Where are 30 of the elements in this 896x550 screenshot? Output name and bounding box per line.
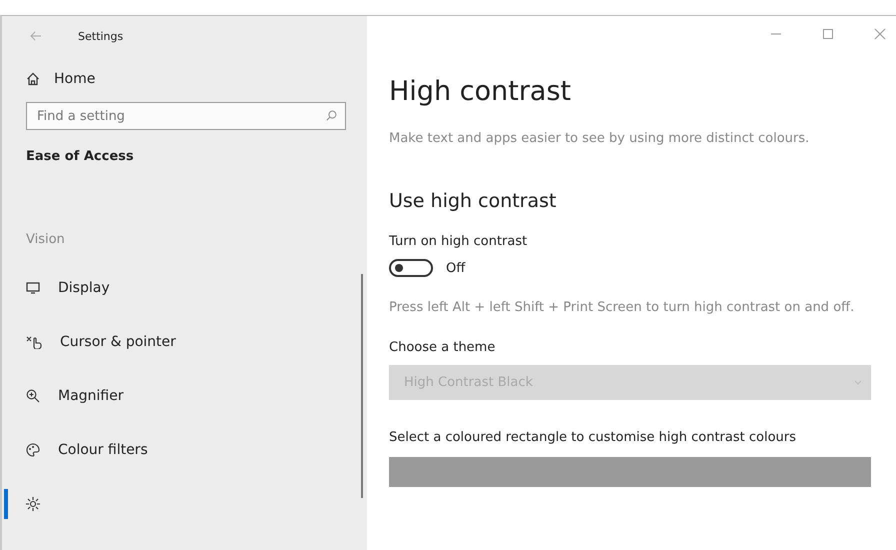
nav-item[interactable]: Colour filters <box>4 423 324 477</box>
scrollbar[interactable] <box>361 274 363 498</box>
close-icon[interactable] <box>874 28 886 40</box>
chevron-icon <box>854 380 862 386</box>
group-label: Vision <box>26 232 65 247</box>
window-title: Settings <box>78 30 124 42</box>
section-heading: Use high contrast <box>389 190 558 212</box>
colours-label: Select a coloured rectangle to customise high contrast colours <box>389 430 796 445</box>
zoom-in-icon <box>26 389 40 403</box>
toggle-label: Turn on high contrast <box>389 234 528 249</box>
toggle-state: Off <box>446 260 466 276</box>
shortcut-hint: Press left Alt + left Shift + Print Screen to turn high contrast on and off. <box>389 299 856 317</box>
search-icon <box>326 110 337 121</box>
nav-item[interactable]: Display <box>4 261 324 315</box>
nav-item[interactable]: Magnifier <box>4 369 324 423</box>
back-arrow-icon[interactable] <box>30 31 42 41</box>
theme-label: Choose a theme <box>389 340 496 355</box>
pointer-hand-icon <box>26 335 42 349</box>
page-title: High contrast <box>389 76 572 107</box>
palette-icon <box>26 443 40 457</box>
nav-item[interactable]: Cursor & pointer <box>4 315 324 369</box>
search-field[interactable]: Find a setting <box>26 102 346 130</box>
home-icon <box>26 72 40 86</box>
home-link[interactable]: Home <box>26 64 96 94</box>
section-heading: Ease of Access <box>26 149 134 164</box>
maximize-icon[interactable] <box>822 28 834 40</box>
sun-icon <box>26 497 40 511</box>
monitor-icon <box>26 282 40 294</box>
toggle-switch[interactable] <box>389 259 433 277</box>
page-description: Make text and apps easier to see by using more distinct colours. <box>389 131 810 146</box>
